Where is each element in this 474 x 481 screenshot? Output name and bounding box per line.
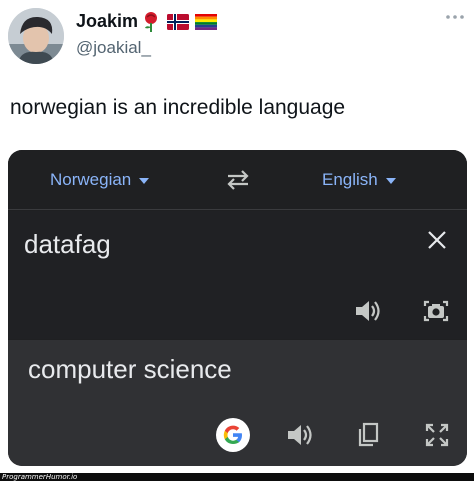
tweet-text: norwegian is an incredible language — [10, 96, 346, 119]
speaker-icon[interactable] — [354, 298, 382, 324]
user-handle[interactable]: @joakial_ — [76, 38, 151, 58]
clear-icon[interactable] — [426, 229, 448, 251]
swap-arrows-icon[interactable] — [224, 168, 252, 192]
profile-badges — [141, 11, 217, 38]
source-text[interactable]: datafag — [24, 229, 111, 260]
source-language-label: Norwegian — [50, 170, 132, 189]
chevron-down-icon — [139, 178, 150, 184]
translate-card: Norwegian English datafag computer scien… — [8, 150, 467, 466]
target-language-label: English — [322, 170, 378, 189]
google-logo-icon[interactable] — [216, 418, 250, 452]
target-language-selector[interactable]: English — [322, 170, 396, 190]
chevron-down-icon — [385, 178, 396, 184]
speaker-icon[interactable] — [286, 422, 314, 448]
fullscreen-icon[interactable] — [424, 422, 450, 448]
avatar[interactable] — [8, 8, 64, 64]
rose-icon — [141, 11, 161, 38]
translated-text: computer science — [28, 354, 232, 384]
input-area[interactable]: datafag — [8, 211, 467, 339]
watermark: ProgrammerHumor.io — [2, 473, 78, 481]
camera-icon[interactable] — [422, 297, 450, 325]
copy-icon[interactable] — [356, 422, 380, 448]
norway-flag-icon — [167, 14, 189, 35]
source-language-selector[interactable]: Norwegian — [50, 170, 150, 190]
language-bar: Norwegian English — [8, 150, 467, 210]
more-dots-icon[interactable] — [444, 12, 466, 28]
display-name[interactable]: Joakim — [76, 11, 138, 32]
rainbow-flag-icon — [195, 14, 217, 35]
